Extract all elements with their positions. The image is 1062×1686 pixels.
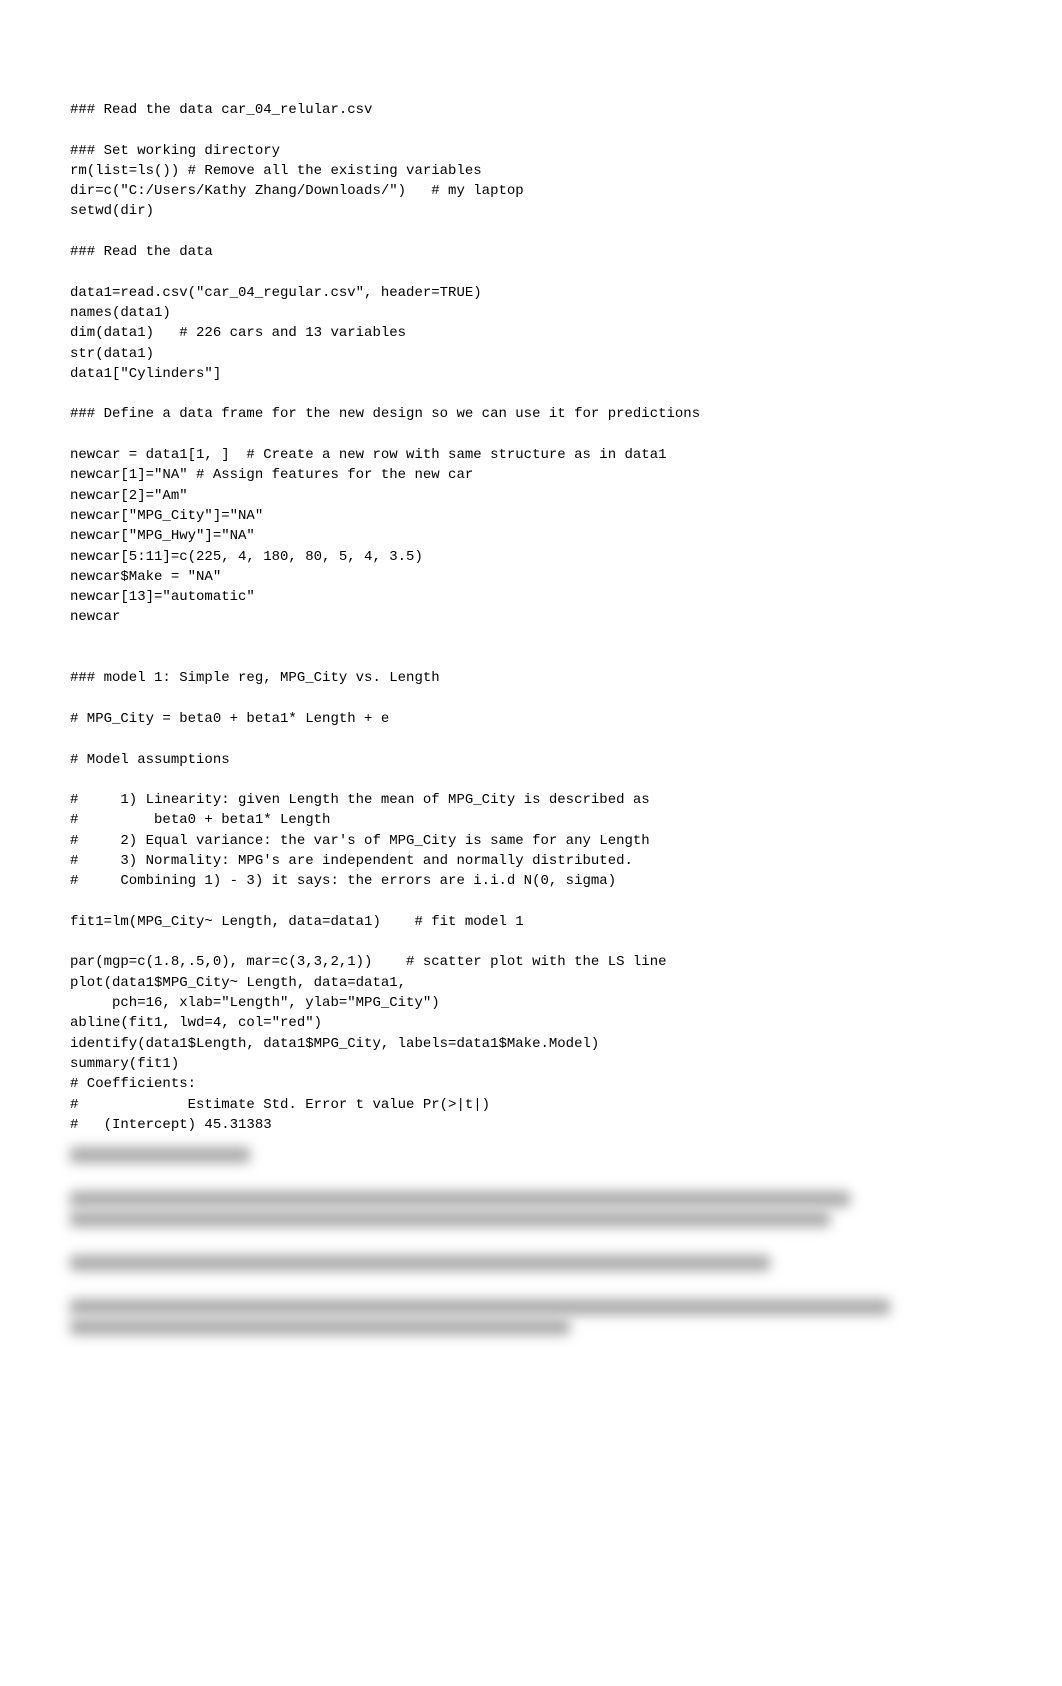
code-line: plot(data1$MPG_City~ Length, data=data1, — [70, 975, 406, 991]
blurred-line — [70, 1147, 250, 1163]
code-line: newcar[13]="automatic" — [70, 589, 255, 605]
blurred-line — [70, 1319, 570, 1335]
code-line: # 2) Equal variance: the var's of MPG_Ci… — [70, 833, 650, 849]
code-line: # Coefficients: — [70, 1076, 196, 1092]
code-line: rm(list=ls()) # Remove all the existing … — [70, 163, 482, 179]
code-line: str(data1) — [70, 346, 154, 362]
code-line: ### Set working directory — [70, 143, 280, 159]
blurred-group — [70, 1255, 992, 1271]
code-line: fit1=lm(MPG_City~ Length, data=data1) # … — [70, 914, 524, 930]
code-line: # beta0 + beta1* Length — [70, 812, 330, 828]
blurred-line — [70, 1211, 830, 1227]
code-line: ### model 1: Simple reg, MPG_City vs. Le… — [70, 670, 440, 686]
code-line: newcar["MPG_Hwy"]="NA" — [70, 528, 255, 544]
code-line: data1["Cylinders"] — [70, 366, 221, 382]
code-line: newcar — [70, 609, 120, 625]
code-content: ### Read the data car_04_relular.csv ###… — [70, 100, 992, 1135]
code-line: newcar[5:11]=c(225, 4, 180, 80, 5, 4, 3.… — [70, 549, 423, 565]
code-line: ### Read the data — [70, 244, 213, 260]
blurred-group — [70, 1191, 992, 1227]
code-line: setwd(dir) — [70, 203, 154, 219]
blurred-line — [70, 1191, 850, 1207]
blurred-content-region — [70, 1147, 992, 1335]
code-line: newcar = data1[1, ] # Create a new row w… — [70, 447, 667, 463]
code-line: summary(fit1) — [70, 1056, 179, 1072]
code-line: identify(data1$Length, data1$MPG_City, l… — [70, 1036, 599, 1052]
blurred-line — [70, 1255, 770, 1271]
code-line: # 3) Normality: MPG's are independent an… — [70, 853, 633, 869]
code-line: # (Intercept) 45.31383 — [70, 1117, 272, 1133]
code-line: # Combining 1) - 3) it says: the errors … — [70, 873, 616, 889]
code-line: # Model assumptions — [70, 752, 230, 768]
code-line: ### Define a data frame for the new desi… — [70, 406, 700, 422]
code-line: newcar$Make = "NA" — [70, 569, 221, 585]
code-line: # 1) Linearity: given Length the mean of… — [70, 792, 650, 808]
code-line: abline(fit1, lwd=4, col="red") — [70, 1015, 322, 1031]
code-line: par(mgp=c(1.8,.5,0), mar=c(3,3,2,1)) # s… — [70, 954, 667, 970]
code-line: ### Read the data car_04_relular.csv — [70, 102, 372, 118]
code-line: # Estimate Std. Error t value Pr(>|t|) — [70, 1097, 490, 1113]
code-line: names(data1) — [70, 305, 171, 321]
blurred-line — [70, 1299, 890, 1315]
blurred-group — [70, 1299, 992, 1335]
code-line: dim(data1) # 226 cars and 13 variables — [70, 325, 406, 341]
code-line: newcar[1]="NA" # Assign features for the… — [70, 467, 473, 483]
code-line: dir=c("C:/Users/Kathy Zhang/Downloads/")… — [70, 183, 524, 199]
code-line: data1=read.csv("car_04_regular.csv", hea… — [70, 285, 482, 301]
code-line: newcar[2]="Am" — [70, 488, 188, 504]
code-line: pch=16, xlab="Length", ylab="MPG_City") — [70, 995, 440, 1011]
code-line: # MPG_City = beta0 + beta1* Length + e — [70, 711, 389, 727]
code-line: newcar["MPG_City"]="NA" — [70, 508, 263, 524]
